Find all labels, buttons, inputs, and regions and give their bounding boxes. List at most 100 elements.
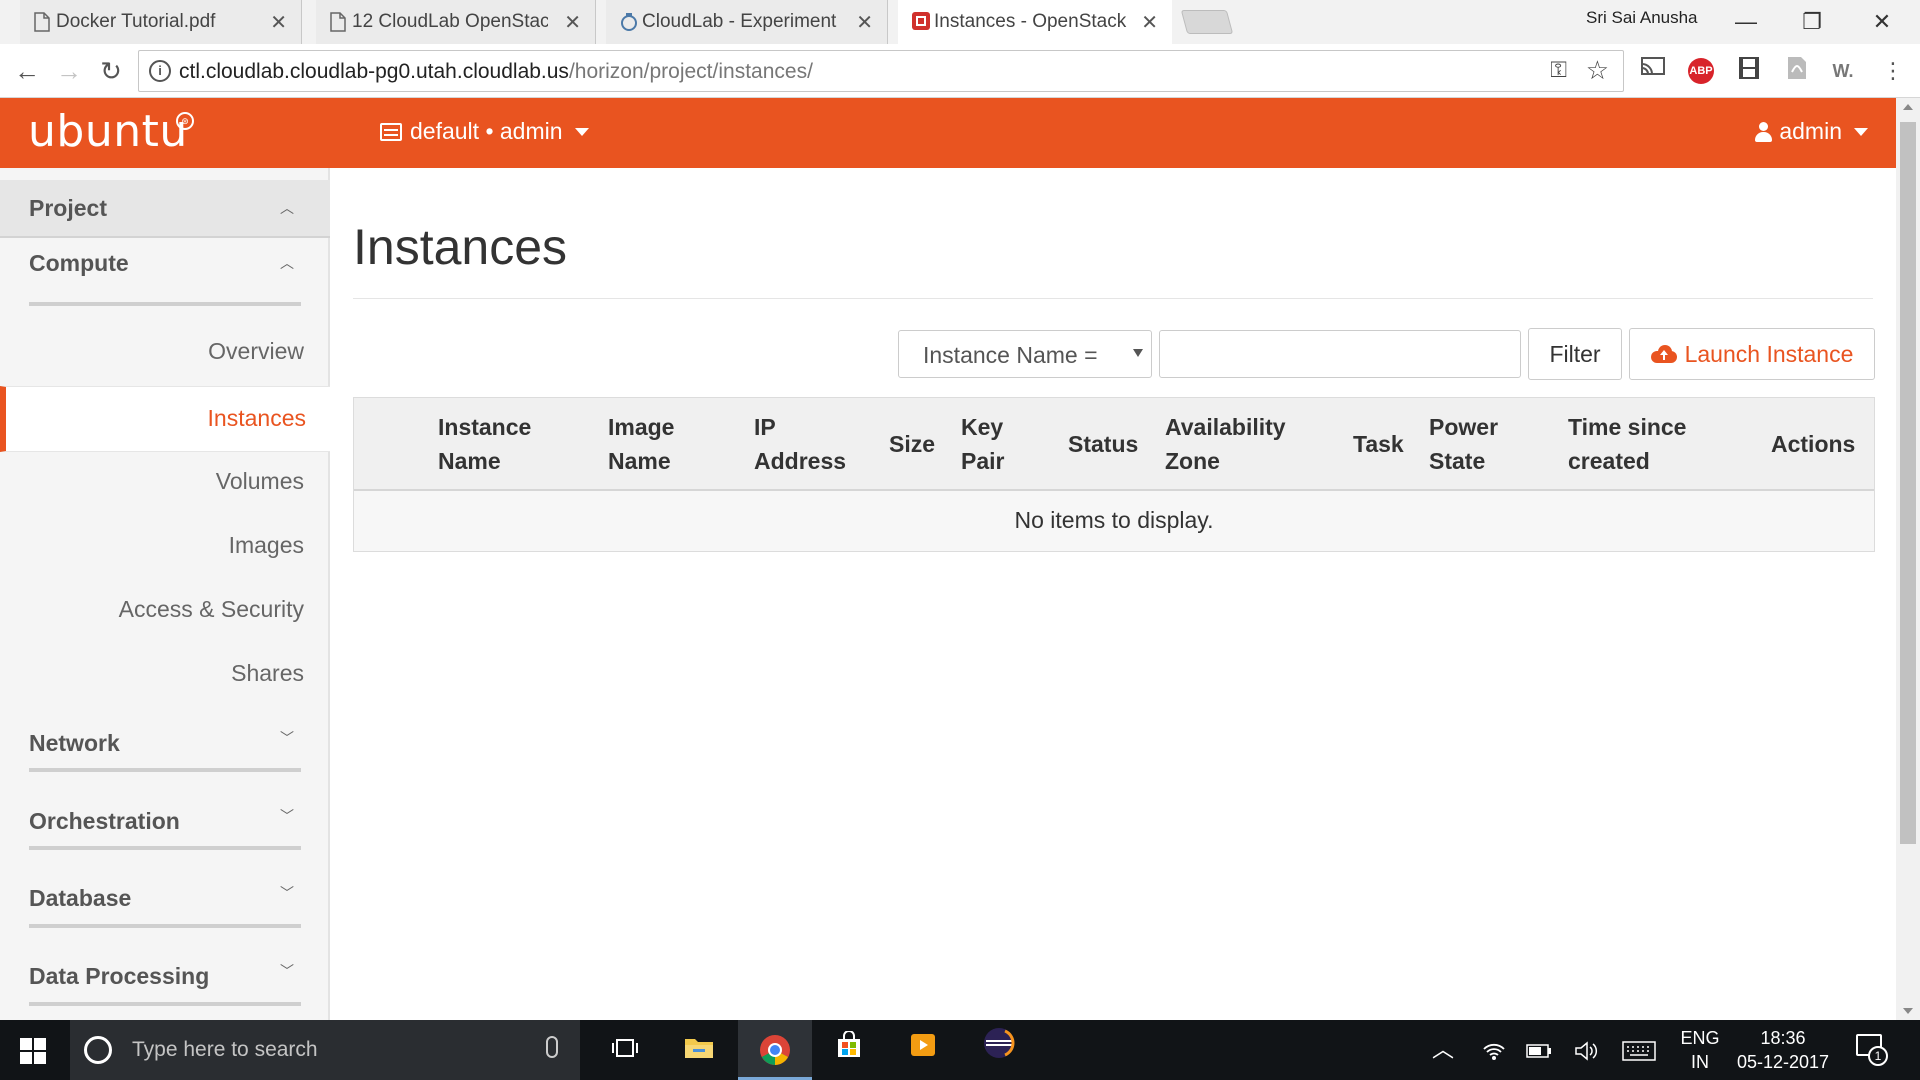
info-icon[interactable]: i (149, 60, 171, 82)
column-header-availability-zone[interactable]: Availability Zone (1165, 410, 1286, 478)
column-header-ip-address[interactable]: IP Address (754, 410, 846, 478)
input-language[interactable]: ENG IN (1680, 1026, 1720, 1074)
show-hidden-icons-icon[interactable]: ︿ (1432, 1020, 1454, 1080)
empty-table-message: No items to display. (1014, 507, 1214, 533)
w-extension-icon[interactable]: W. (1828, 56, 1858, 86)
user-icon (1755, 121, 1773, 142)
close-icon[interactable]: ✕ (1141, 10, 1158, 35)
film-icon[interactable] (1734, 56, 1764, 86)
tab-title: Instances - OpenStack Dashboard (934, 11, 1130, 32)
sidebar-orchestration-label: Orchestration (29, 808, 180, 834)
header-line: Zone (1165, 448, 1220, 474)
close-icon[interactable]: ✕ (564, 10, 581, 35)
bookmark-star-icon[interactable]: ☆ (1586, 55, 1609, 86)
back-icon[interactable]: ← (8, 52, 46, 90)
sidebar-item-overview[interactable]: Overview (208, 338, 304, 365)
sidebar-database-label: Database (29, 885, 132, 911)
user-menu[interactable]: admin (1755, 118, 1868, 145)
document-icon (34, 12, 52, 32)
sidebar-item-shares[interactable]: Shares (231, 660, 304, 687)
scroll-up-arrow-icon[interactable] (1903, 104, 1913, 110)
document-icon (330, 12, 348, 32)
wifi-icon[interactable] (1482, 1020, 1506, 1080)
pdf-icon[interactable] (1782, 56, 1812, 86)
key-icon[interactable]: ⚿ (1550, 57, 1567, 83)
column-header-status[interactable]: Status (1068, 427, 1138, 461)
store-icon[interactable] (812, 1020, 886, 1080)
windows-start-icon[interactable] (20, 1038, 46, 1064)
header-line: Key (961, 414, 1004, 440)
sidebar-project-label: Project (29, 195, 107, 221)
volume-icon[interactable] (1574, 1020, 1598, 1080)
sidebar-item-images[interactable]: Images (229, 532, 304, 559)
filter-field-select[interactable]: Instance Name = (898, 330, 1152, 378)
page-scrollbar[interactable] (1896, 98, 1920, 1020)
sidebar-item-instances[interactable]: Instances (0, 386, 330, 452)
user-menu-label: admin (1779, 118, 1842, 144)
keyboard-icon[interactable] (1622, 1020, 1656, 1080)
launch-instance-button[interactable]: Launch Instance (1629, 328, 1875, 380)
adblock-plus-icon[interactable]: ABP (1688, 58, 1714, 84)
new-tab-button[interactable] (1180, 10, 1234, 34)
media-player-icon[interactable] (886, 1020, 960, 1080)
cast-icon[interactable] (1638, 56, 1668, 86)
column-header-task[interactable]: Task (1353, 427, 1404, 461)
header-line: Availability (1165, 414, 1286, 440)
sidebar-item-access-security[interactable]: Access & Security (119, 596, 304, 623)
reload-icon[interactable]: ↻ (92, 52, 130, 90)
more-menu-icon[interactable]: ⋮ (1878, 56, 1908, 86)
close-icon[interactable]: ✕ (270, 10, 287, 35)
header-line: Name (608, 448, 671, 474)
sidebar-data-processing-label: Data Processing (29, 963, 210, 989)
column-header-key-pair[interactable]: Key Pair (961, 410, 1004, 478)
project-switcher[interactable]: default • admin (380, 118, 589, 145)
taskbar-search-box[interactable]: Type here to search (70, 1020, 580, 1080)
project-list-icon (380, 122, 402, 141)
eclipse-icon[interactable] (962, 1020, 1036, 1080)
windows-taskbar: Type here to search ︿ ENG IN 18:36 05-12… (0, 1020, 1920, 1080)
header-line: Image (608, 414, 675, 440)
sidebar-item-volumes[interactable]: Volumes (216, 468, 304, 495)
column-header-power-state[interactable]: Power State (1429, 410, 1498, 478)
ubuntu-logo[interactable]: ubuntu (28, 106, 188, 157)
forward-icon[interactable]: → (50, 52, 88, 90)
url-path: /horizon/project/instances/ (568, 60, 813, 83)
column-header-image-name[interactable]: Image Name (608, 410, 674, 478)
window-close-icon[interactable]: ✕ (1852, 4, 1912, 40)
chrome-icon[interactable] (738, 1020, 812, 1080)
project-switcher-label: default • admin (410, 118, 563, 144)
address-bar[interactable]: i ctl.cloudlab.cloudlab-pg0.utah.cloudla… (138, 50, 1624, 92)
file-explorer-icon[interactable] (662, 1020, 736, 1080)
microphone-icon[interactable] (546, 1036, 558, 1058)
close-icon[interactable]: ✕ (856, 10, 873, 35)
battery-icon[interactable] (1526, 1020, 1552, 1080)
taskbar-clock[interactable]: 18:36 05-12-2017 (1728, 1026, 1838, 1074)
instances-table: Instance Name Image Name IP Address Size… (353, 397, 1875, 552)
browser-tab-active[interactable]: Instances - OpenStack Dashboard ✕ (898, 0, 1172, 44)
minimize-icon[interactable]: — (1716, 4, 1776, 40)
divider (29, 1002, 301, 1006)
launch-instance-label: Launch Instance (1684, 340, 1854, 367)
filter-input[interactable] (1159, 330, 1521, 378)
filter-button[interactable]: Filter (1528, 328, 1622, 380)
column-header-time-since-created[interactable]: Time since created (1568, 410, 1686, 478)
clock-date: 05-12-2017 (1736, 1052, 1830, 1072)
tab-title: CloudLab - Experiment Status (642, 11, 838, 32)
column-header-size[interactable]: Size (889, 427, 935, 461)
column-header-instance-name[interactable]: Instance Name (438, 410, 531, 478)
divider (29, 846, 301, 850)
browser-tab[interactable]: CloudLab - Experiment Status ✕ (606, 0, 888, 44)
restore-icon[interactable]: ❐ (1782, 4, 1842, 40)
browser-tab[interactable]: 12 CloudLab OpenStack Tutorial ✕ (316, 0, 596, 44)
sidebar-section-project[interactable]: Project ︿ (0, 180, 330, 238)
chevron-down-icon: ﹀ (280, 885, 294, 901)
task-view-icon[interactable] (588, 1020, 662, 1080)
profile-name[interactable]: Sri Sai Anusha (1586, 8, 1698, 28)
action-center-icon[interactable]: 1 (1856, 1034, 1888, 1066)
browser-tab-strip: Docker Tutorial.pdf ✕ 12 CloudLab OpenSt… (0, 0, 1920, 44)
scroll-down-arrow-icon[interactable] (1903, 1008, 1913, 1014)
header-line: Instance (438, 414, 532, 440)
scroll-thumb[interactable] (1900, 122, 1916, 844)
url-text[interactable]: ctl.cloudlab.cloudlab-pg0.utah.cloudlab.… (179, 60, 813, 84)
browser-tab[interactable]: Docker Tutorial.pdf ✕ (20, 0, 302, 44)
